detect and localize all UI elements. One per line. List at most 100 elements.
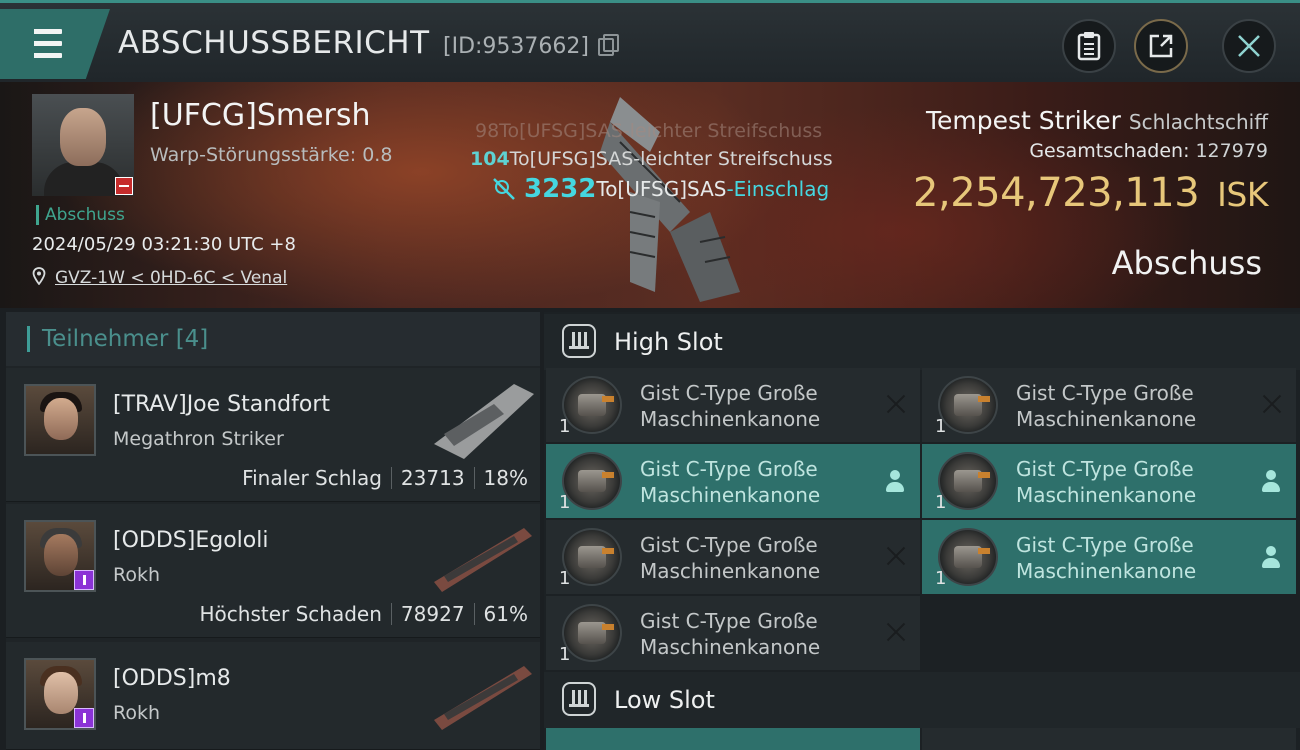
module-name: Gist C-Type Große Maschinenkanone [640,381,821,431]
participant-percent: 18% [483,466,528,490]
kill-id: [ID:9537662] [443,34,589,59]
combat-log-text-2: To[UFSG]SAS-leichter Streifschuss [509,148,833,170]
warp-strength: Warp-Störungsstärke: 0.8 [150,144,393,166]
participant-ship-image [434,666,532,730]
participants-header[interactable]: Teilnehmer [4] [6,312,540,366]
participant-name: [TRAV]Joe Standfort [113,392,331,417]
total-damage: Gesamtschaden: 127979 [1029,140,1268,162]
autocannon-icon [562,376,622,434]
destroyed-icon [886,546,906,566]
kill-banner: [UFCG]Smersh Warp-Störungsstärke: 0.8 Ab… [0,82,1300,308]
victim-ship: Tempest Striker Schlachtschiff [926,106,1268,135]
module-name: Gist C-Type Große Maschinenkanone [640,533,821,583]
close-icon [1238,35,1260,57]
participant-ship: Rokh [113,702,161,724]
participant-label: Finaler Schlag [242,466,382,490]
share-icon [1149,34,1173,58]
dropped-user-icon [1262,470,1280,492]
module-slot[interactable]: 1 Gist C-Type Große Maschinenkanone [546,520,920,594]
kill-result: Abschuss [1111,244,1262,282]
fitting-panel: High Slot 1 Gist C-Type Große Maschinenka… [544,312,1300,750]
target-hit-icon [493,178,515,200]
participant-row[interactable]: [TRAV]Joe Standfort Megathron Striker Fi… [6,368,540,502]
autocannon-icon [938,528,998,586]
participant-damage: 23713 [400,466,465,490]
total-damage-label: Gesamtschaden: [1029,140,1190,162]
high-slot-label: High Slot [614,328,723,356]
participant-name: [ODDS]m8 [113,666,231,691]
module-name: Gist C-Type Große Maschinenkanone [640,457,821,507]
low-slot-label: Low Slot [614,686,715,714]
location-icon [32,267,46,285]
isk-value: 2,254,723,113 ISK [913,170,1268,216]
module-qty: 1 [935,416,947,437]
clipboard-icon [1077,32,1101,61]
kill-tag: Abschuss [36,205,125,225]
dropped-user-icon [1262,546,1280,568]
module-slot[interactable]: 1 Gist C-Type Große Maschinenkanone [922,444,1296,518]
dropped-user-icon [886,470,904,492]
participant-percent: 61% [483,602,528,626]
combat-log-line-2: 104To[UFSG]SAS-leichter Streifschuss [470,148,833,170]
destroyed-icon [886,394,906,414]
module-qty: 1 [935,492,947,513]
isk-currency: ISK [1217,175,1268,214]
module-name: Gist C-Type Große Maschinenkanone [1016,381,1197,431]
module-slot[interactable] [922,728,1296,750]
autocannon-icon [562,452,622,510]
close-button[interactable] [1222,19,1276,73]
combat-log-line-1: 98To[UFSG]SAS-leichter Streifschuss [475,120,823,142]
autocannon-icon [562,604,622,662]
location-link[interactable]: GVZ-1W < 0HD-6C < Venal [55,268,287,288]
module-slot[interactable]: 1 Gist C-Type Große Maschinenkanone [546,444,920,518]
module-slot[interactable]: 1 Gist C-Type Große Maschinenkanone [922,368,1296,442]
total-damage-value: 127979 [1195,140,1268,162]
combat-log-line-3: 3232 To[UFSG]SAS -Einschlag [492,174,829,204]
victim-name[interactable]: [UFCG]Smersh [150,98,371,133]
share-button[interactable] [1134,19,1188,73]
module-qty: 1 [559,492,571,513]
victim-ship-name[interactable]: Tempest Striker [926,106,1121,135]
participant-stats: Höchster Schaden 78927 61% [200,602,528,626]
participant-ship: Rokh [113,564,161,586]
combat-log-damage-3: 3232 [524,174,597,204]
module-qty: 1 [935,568,947,589]
combat-log-damage-2: 104 [470,148,510,170]
high-slot-icon [562,324,596,358]
menu-button[interactable] [0,9,110,79]
module-slot[interactable] [546,728,920,750]
module-name: Gist C-Type Große Maschinenkanone [640,609,821,659]
module-qty: 1 [559,644,571,665]
participant-label: Höchster Schaden [199,602,382,626]
participant-stats: Finaler Schlag 23713 18% [242,466,528,490]
participant-row[interactable]: [ODDS]Egololi Rokh Höchster Schaden 7892… [6,504,540,638]
module-slot[interactable]: 1 Gist C-Type Große Maschinenkanone [546,368,920,442]
autocannon-icon [938,376,998,434]
player-badge-icon [74,708,94,728]
participant-row[interactable]: [ODDS]m8 Rokh [6,642,540,750]
status-badge [115,177,133,195]
isk-amount: 2,254,723,113 [913,170,1200,216]
player-badge-icon [74,570,94,590]
module-slot[interactable]: 1 Gist C-Type Große Maschinenkanone [922,520,1296,594]
combat-log-effect-3: -Einschlag [726,177,830,201]
participant-damage: 78927 [400,602,465,626]
participant-ship: Megathron Striker [113,428,284,450]
copy-icon[interactable] [598,34,619,56]
module-slot[interactable]: 1 Gist C-Type Große Maschinenkanone [546,596,920,670]
low-slot-header: Low Slot [544,672,1300,728]
kill-datetime: 2024/05/29 03:21:30 UTC +8 [32,234,296,255]
module-qty: 1 [559,416,571,437]
destroyed-icon [886,622,906,642]
participant-ship-image [434,528,532,592]
low-slot-icon [562,682,596,716]
destroyed-icon [1262,394,1282,414]
module-name: Gist C-Type Große Maschinenkanone [1016,457,1197,507]
clipboard-button[interactable] [1062,19,1116,73]
victim-ship-class: Schlachtschiff [1128,110,1268,134]
participant-name: [ODDS]Egololi [113,528,269,553]
participant-avatar[interactable] [24,384,96,456]
autocannon-icon [938,452,998,510]
participants-title: Teilnehmer [4] [27,326,208,352]
autocannon-icon [562,528,622,586]
